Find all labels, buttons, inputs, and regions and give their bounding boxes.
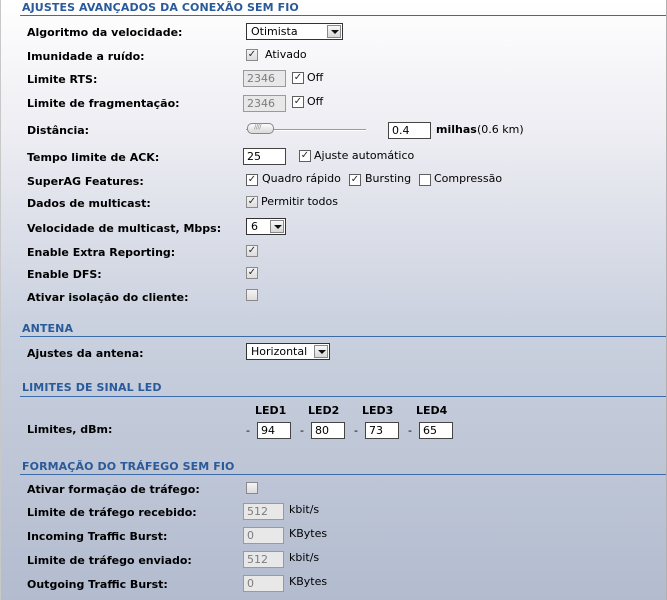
multicast-allow-all-text: Permitir todos (261, 195, 338, 208)
ack-timeout-label: Tempo limite de ACK: (27, 151, 160, 164)
speed-algorithm-label: Algoritmo da velocidade: (27, 26, 183, 39)
fragmentation-label: Limite de fragmentação: (27, 97, 180, 110)
fragmentation-off-checkbox[interactable] (292, 96, 304, 108)
section-title-traffic: FORMAÇÃO DO TRÁFEGO SEM FIO (22, 460, 235, 473)
superag-label: SuperAG Features: (27, 175, 144, 188)
multicast-rate-select[interactable]: 6 (246, 218, 286, 235)
section-title-led: LIMITES DE SINAL LED (22, 381, 162, 394)
extra-reporting-label: Enable Extra Reporting: (27, 246, 176, 259)
chevron-down-icon (314, 345, 328, 358)
rx-limit-unit: kbit/s (289, 503, 320, 516)
client-isolation-label: Ativar isolação do cliente: (27, 291, 189, 304)
ack-auto-checkbox[interactable] (299, 150, 311, 162)
section-title-antenna: ANTENA (22, 322, 74, 335)
rts-off-text: Off (307, 71, 324, 84)
fast-frame-text: Quadro rápido (262, 172, 341, 185)
distance-input[interactable]: 0.4 (388, 122, 431, 139)
client-isolation-checkbox[interactable] (246, 289, 258, 301)
outgoing-burst-label: Outgoing Traffic Burst: (27, 578, 168, 591)
led4-dash: - (408, 424, 412, 437)
incoming-burst-label: Incoming Traffic Burst: (27, 530, 168, 543)
led1-header: LED1 (255, 404, 287, 417)
multicast-allow-all-checkbox[interactable] (246, 196, 258, 208)
section-divider (20, 336, 666, 337)
noise-immunity-label: Imunidade a ruído: (27, 50, 145, 63)
rts-off-checkbox[interactable] (292, 72, 304, 84)
rts-threshold-input[interactable]: 2346 (243, 70, 286, 87)
outgoing-burst-input[interactable]: 0 (243, 575, 284, 592)
traffic-shaping-label: Ativar formação de tráfego: (27, 483, 200, 496)
section-divider (20, 15, 666, 16)
led1-dash: - (246, 424, 250, 437)
rx-limit-label: Limite de tráfego recebido: (27, 506, 197, 519)
section-divider (20, 396, 666, 397)
led4-header: LED4 (416, 404, 448, 417)
multicast-rate-label: Velocidade de multicast, Mbps: (27, 222, 222, 235)
compression-checkbox[interactable] (419, 174, 431, 186)
traffic-shaping-checkbox[interactable] (246, 482, 258, 494)
fast-frame-checkbox[interactable] (246, 174, 258, 186)
led-thresholds-label: Limites, dBm: (27, 423, 113, 436)
distance-label: Distância: (27, 124, 90, 137)
chevron-down-icon (270, 220, 284, 233)
led2-header: LED2 (308, 404, 340, 417)
distance-unit: milhas (436, 123, 477, 136)
incoming-burst-input[interactable]: 0 (243, 527, 284, 544)
speed-algorithm-value: Otimista (251, 25, 298, 38)
led2-input[interactable]: 80 (311, 422, 345, 439)
led3-header: LED3 (362, 404, 394, 417)
antenna-settings-value: Horizontal (251, 345, 308, 358)
rx-limit-input[interactable]: 512 (243, 503, 284, 520)
compression-text: Compressão (434, 172, 503, 185)
antenna-settings-label: Ajustes da antena: (27, 347, 144, 360)
led2-dash: - (300, 424, 304, 437)
tx-limit-label: Limite de tráfego enviado: (27, 554, 192, 567)
tx-limit-unit: kbit/s (289, 551, 320, 564)
chevron-down-icon (327, 25, 341, 38)
bursting-text: Bursting (365, 172, 412, 185)
fragmentation-off-text: Off (307, 95, 324, 108)
dfs-label: Enable DFS: (27, 268, 102, 281)
noise-immunity-checkbox[interactable] (246, 49, 258, 61)
incoming-burst-unit: KBytes (289, 527, 328, 540)
led4-input[interactable]: 65 (419, 422, 453, 439)
noise-immunity-text: Ativado (265, 48, 307, 61)
dfs-checkbox[interactable] (246, 267, 258, 279)
extra-reporting-checkbox[interactable] (246, 245, 258, 257)
multicast-rate-value: 6 (251, 220, 258, 233)
led3-dash: - (354, 424, 358, 437)
outgoing-burst-unit: KBytes (289, 575, 328, 588)
led3-input[interactable]: 73 (365, 422, 399, 439)
ack-auto-text: Ajuste automático (314, 149, 415, 162)
multicast-data-label: Dados de multicast: (27, 197, 151, 210)
tx-limit-input[interactable]: 512 (243, 551, 284, 568)
led1-input[interactable]: 94 (257, 422, 291, 439)
fragmentation-input[interactable]: 2346 (243, 95, 286, 112)
section-divider (20, 474, 666, 475)
antenna-settings-select[interactable]: Horizontal (246, 343, 330, 360)
rts-threshold-label: Limite RTS: (27, 73, 98, 86)
speed-algorithm-select[interactable]: Otimista (246, 23, 343, 40)
section-title-advanced: AJUSTES AVANÇADOS DA CONEXÃO SEM FIO (22, 1, 299, 14)
bursting-checkbox[interactable] (349, 174, 361, 186)
distance-slider-handle[interactable] (247, 122, 274, 134)
distance-km: (0.6 km) (477, 123, 524, 136)
ack-timeout-input[interactable]: 25 (243, 148, 286, 165)
